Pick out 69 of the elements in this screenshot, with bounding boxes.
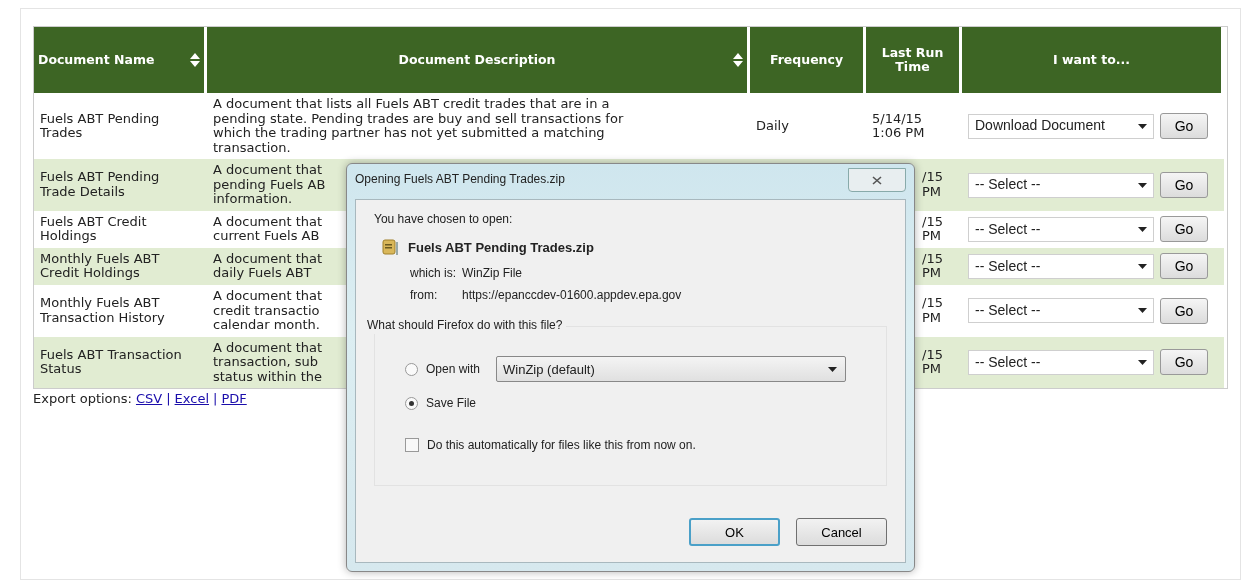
action-dropdown[interactable]: -- Select --	[968, 216, 1154, 242]
table-cell: A document that current Fuels AB	[213, 214, 323, 244]
table-cell: Fuels ABT Pending Trade Details	[34, 159, 207, 211]
table-cell: Daily	[756, 118, 789, 134]
checkbox[interactable]	[405, 438, 419, 452]
action-dropdown[interactable]: -- Select --	[968, 349, 1154, 375]
option-label[interactable]: Save File	[426, 396, 477, 410]
close-icon	[872, 175, 882, 185]
table-cell: A document that transaction, sub status within the	[213, 340, 323, 385]
export-link[interactable]: Excel	[174, 391, 209, 407]
table-cell: /15 PM	[922, 347, 943, 377]
caret-icon	[1138, 182, 1147, 188]
table-cell: /15 PM	[922, 214, 943, 244]
radio-button[interactable]	[405, 362, 418, 376]
go-button[interactable]: Go	[1160, 349, 1208, 376]
table-cell: Fuels ABT Transaction Status	[34, 336, 207, 389]
table-cell: A document that lists all Fuels ABT credit trades that are in a pending state. Pending trades are buy and sell transactions for which the trading partner has not yet submitted a matching transaction.	[213, 97, 624, 156]
go-button[interactable]: Go	[1160, 253, 1208, 280]
radio-button[interactable]	[405, 396, 418, 410]
export-link[interactable]: PDF	[221, 391, 247, 407]
field-label: which is:	[410, 266, 456, 280]
archive-file-icon	[382, 238, 400, 256]
cancel-button[interactable]: Cancel	[796, 518, 887, 546]
caret-icon	[828, 366, 838, 372]
column-header[interactable]: Document Description	[207, 27, 750, 93]
table-cell: /15 PM	[922, 251, 943, 281]
table-cell: A document that credit transactio calendar month.	[213, 289, 323, 333]
sort-icon[interactable]	[190, 53, 200, 67]
field-label: from:	[410, 288, 439, 302]
caret-icon	[1138, 359, 1147, 365]
go-button[interactable]: Go	[1160, 113, 1208, 140]
dialog-title: Opening Fuels ABT Pending Trades.zip	[355, 172, 565, 186]
separator: |	[213, 391, 218, 407]
action-dropdown[interactable]: -- Select --	[968, 172, 1154, 198]
table-cell: /15 PM	[922, 296, 943, 326]
application-dropdown[interactable]: WinZip (default)	[496, 356, 847, 382]
table-cell-text: Fuels ABT Pending Trades	[39, 109, 161, 143]
intro-text: You have chosen to open:	[374, 212, 514, 226]
action-dropdown[interactable]: Download Document	[968, 113, 1154, 139]
export-link[interactable]: CSV	[135, 391, 163, 407]
file-name: Fuels ABT Pending Trades.zip	[408, 239, 594, 255]
export-label: Export options:	[33, 391, 132, 407]
ok-button[interactable]: OK	[689, 518, 780, 546]
caret-icon	[1138, 308, 1147, 314]
separator: |	[166, 391, 171, 407]
caret-icon	[1138, 123, 1147, 129]
option-label[interactable]: Open with	[426, 362, 481, 376]
source-url: https://epanccdev-01600.appdev.epa.gov	[462, 288, 682, 302]
caret-icon	[1138, 263, 1147, 269]
file-type: WinZip File	[462, 266, 524, 280]
table-cell: A document that pending Fuels AB information.	[213, 163, 326, 207]
caret-icon	[1138, 226, 1147, 232]
table-cell: Monthly Fuels ABT Credit Holdings	[34, 247, 207, 285]
checkbox-label[interactable]: Do this automatically for files like this from now on.	[427, 438, 696, 452]
table-cell-text: Fuels ABT Credit Holdings	[39, 212, 148, 246]
column-header: I want to...	[962, 27, 1224, 93]
table-cell-text: Monthly Fuels ABT Transaction History	[39, 294, 166, 327]
column-header: Last Run Time	[866, 27, 962, 93]
go-button[interactable]: Go	[1160, 216, 1208, 243]
column-header[interactable]: Document Name	[34, 27, 207, 93]
column-header: Frequency	[750, 27, 866, 93]
sort-icon[interactable]	[733, 53, 743, 67]
table-cell: 5/14/15 1:06 PM	[872, 111, 925, 141]
action-dropdown[interactable]: -- Select --	[968, 298, 1154, 324]
go-button[interactable]: Go	[1160, 172, 1208, 198]
table-cell: A document that daily Fuels ABT	[213, 251, 323, 281]
action-dropdown[interactable]: -- Select --	[968, 253, 1154, 279]
table-cell: /15 PM	[922, 170, 943, 200]
go-button[interactable]: Go	[1160, 297, 1208, 324]
